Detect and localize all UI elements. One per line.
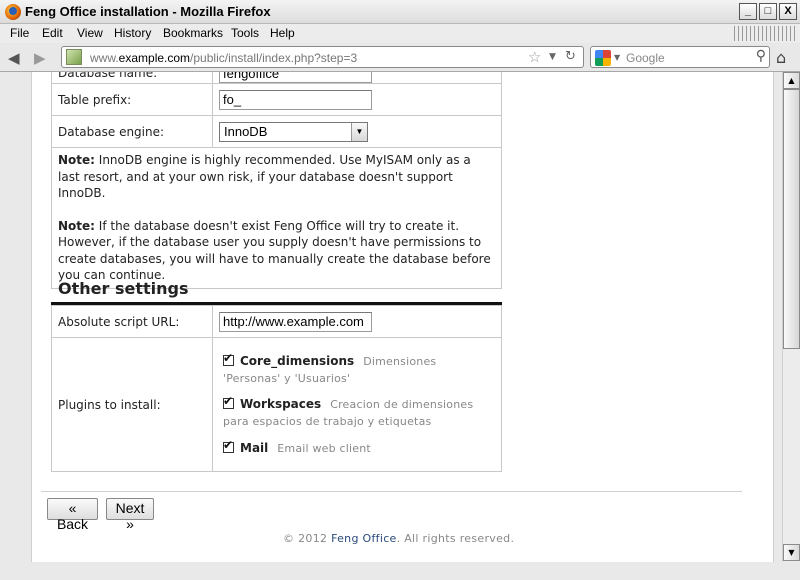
toolbar-grip [734,26,796,41]
mail-checkbox[interactable] [223,438,234,453]
close-button[interactable]: X [779,3,797,20]
other-settings-table: Absolute script URL: Plugins to install:… [51,305,502,472]
database-engine-select[interactable]: InnoDB ▼ [219,121,368,142]
database-settings-table: Database name: Table prefix: Database en… [51,72,502,289]
menu-bookmarks[interactable]: Bookmarks [163,26,223,40]
menu-history[interactable]: History [114,26,151,40]
plugins-cell: Core_dimensions Dimensiones 'Personas' y … [212,337,502,472]
search-engine-dropdown-icon[interactable]: ▼ [614,53,620,62]
table-row: Note: InnoDB engine is highly recommende… [51,147,502,289]
plugin-name: Mail [240,440,269,455]
star-icon[interactable]: ☆ [528,48,541,66]
back-arrow-icon[interactable]: ◀ [8,49,20,67]
magnifier-icon[interactable]: ⚲ [756,48,766,64]
menu-view[interactable]: View [77,26,103,40]
site-identity-icon[interactable] [66,49,82,65]
window-bottom-edge [0,562,800,580]
table-row: Absolute script URL: [51,305,502,338]
plugin-workspaces: Workspaces Creacion de dimensiones para e… [223,394,493,430]
database-engine-label: Database engine: [51,115,213,148]
table-prefix-cell [212,83,502,116]
menu-file[interactable]: File [10,26,29,40]
back-button[interactable]: « Back [47,498,98,532]
reload-icon[interactable]: ↻ [565,49,576,64]
window-controls: _ □ X [739,3,797,20]
install-page: Database name: Table prefix: Database en… [31,72,774,570]
url-text[interactable]: www.example.com/public/install/index.php… [90,51,357,65]
firefox-icon [5,4,21,20]
menu-help[interactable]: Help [270,26,295,40]
menu-edit[interactable]: Edit [42,26,63,40]
script-url-input[interactable] [219,311,372,332]
innodb-note: Note: InnoDB engine is highly recommende… [58,153,471,200]
search-bar[interactable]: ▼ Google ⚲ [590,46,770,68]
plugin-core-dimensions: Core_dimensions Dimensiones 'Personas' y … [223,351,493,387]
database-name-cell [212,72,502,84]
create-database-note: Note: If the database doesn't exist Feng… [58,218,491,283]
table-row: Plugins to install: Core_dimensions Dimen… [51,337,502,472]
script-url-cell [212,305,502,338]
plugin-name: Core_dimensions [240,353,355,368]
feng-office-link[interactable]: Feng Office [331,532,397,545]
plugins-label: Plugins to install: [51,337,213,472]
core-dimensions-checkbox[interactable] [223,351,234,366]
scroll-up-button[interactable]: ▲ [783,72,800,89]
minimize-button[interactable]: _ [739,3,757,20]
url-bar[interactable]: www.example.com/public/install/index.php… [61,46,584,68]
database-notes-cell: Note: InnoDB engine is highly recommende… [51,147,502,289]
scrollbar-thumb[interactable] [783,89,800,349]
table-prefix-input[interactable] [219,89,372,110]
scroll-down-button[interactable]: ▼ [783,544,800,561]
plugin-description: Creacion de dimensiones [330,397,474,411]
next-button[interactable]: Next » [106,498,154,532]
table-row: Database name: [51,72,502,84]
window-titlebar: Feng Office installation - Mozilla Firef… [0,0,800,24]
window-title: Feng Office installation - Mozilla Firef… [25,4,271,19]
plugin-description: Dimensiones [363,354,437,368]
google-icon[interactable] [595,50,611,66]
database-engine-cell: InnoDB ▼ [212,115,502,148]
plugin-description: 'Personas' y 'Usuarios' [223,371,351,385]
navigation-toolbar: ◀ ▶ www.example.com/public/install/index… [0,43,800,72]
script-url-label: Absolute script URL: [51,305,213,338]
menu-bar: File Edit View History Bookmarks Tools H… [0,24,800,43]
other-settings-title: Other settings [58,279,189,298]
url-dropdown-icon[interactable]: ▼ [549,52,556,62]
form-divider [41,491,742,492]
workspaces-checkbox[interactable] [223,394,234,409]
plugin-description: para espacios de trabajo y etiquetas [223,414,432,428]
plugin-description: Email web client [277,441,371,455]
search-input[interactable]: Google [626,51,665,65]
page-viewport: Database name: Table prefix: Database en… [0,72,782,580]
copyright-footer: © 2012 Feng Office. All rights reserved. [283,532,515,545]
plugin-name: Workspaces [240,396,322,411]
chevron-down-icon[interactable]: ▼ [351,122,367,141]
table-row: Table prefix: [51,83,502,116]
vertical-scrollbar[interactable]: ▲ ▼ [782,72,800,562]
forward-arrow-icon[interactable]: ▶ [34,49,46,67]
home-icon[interactable]: ⌂ [776,48,786,67]
database-name-input[interactable] [219,72,372,83]
menu-tools[interactable]: Tools [231,26,259,40]
maximize-button[interactable]: □ [759,3,777,20]
plugin-mail: Mail Email web client [223,438,493,457]
database-name-label: Database name: [51,72,213,84]
table-row: Database engine: InnoDB ▼ [51,115,502,148]
table-prefix-label: Table prefix: [51,83,213,116]
